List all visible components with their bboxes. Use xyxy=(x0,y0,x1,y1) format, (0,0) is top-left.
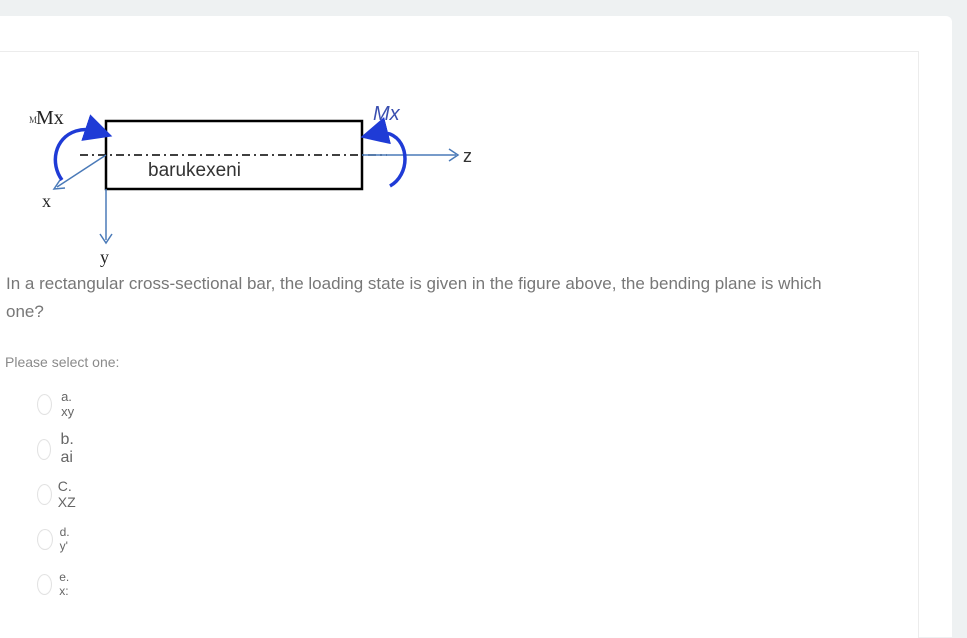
radio-e[interactable] xyxy=(37,573,53,595)
option-e[interactable]: e. x: xyxy=(37,570,75,598)
right-moment-arrow xyxy=(360,117,407,188)
content-panel: z y x M Mx Mx barukexeni In a rectangula… xyxy=(0,16,952,638)
option-c-label: c. xz xyxy=(57,478,76,510)
option-e-label: e. x: xyxy=(59,570,70,598)
beam-figure: z y x M Mx Mx barukexeni xyxy=(29,103,472,267)
radio-a[interactable] xyxy=(37,393,53,415)
question-text: In a rectangular cross-sectional bar, th… xyxy=(6,274,822,321)
option-c[interactable]: c. xz xyxy=(37,478,82,510)
option-a[interactable]: a. xy xyxy=(37,389,80,419)
right-moment-label: Mx xyxy=(373,103,401,125)
y-axis-label: y xyxy=(100,247,109,267)
z-axis-label: z xyxy=(463,146,472,166)
bar-label: barukexeni xyxy=(148,160,241,181)
option-d[interactable]: d. y' xyxy=(37,525,75,553)
option-b-label: b. ai xyxy=(60,431,74,466)
option-d-label: d. y' xyxy=(59,525,70,553)
x-axis-line xyxy=(56,154,107,188)
radio-c[interactable] xyxy=(37,483,52,505)
radio-b[interactable] xyxy=(37,438,52,460)
option-b[interactable]: b. ai xyxy=(37,431,80,466)
select-prompt: Please select one: xyxy=(5,354,120,370)
radio-d[interactable] xyxy=(37,528,53,550)
left-moment-label: Mx xyxy=(36,107,64,129)
question-card: z y x M Mx Mx barukexeni In a rectangula… xyxy=(0,51,919,638)
x-axis-label: x xyxy=(42,191,51,211)
option-a-label: a. xy xyxy=(61,389,75,419)
